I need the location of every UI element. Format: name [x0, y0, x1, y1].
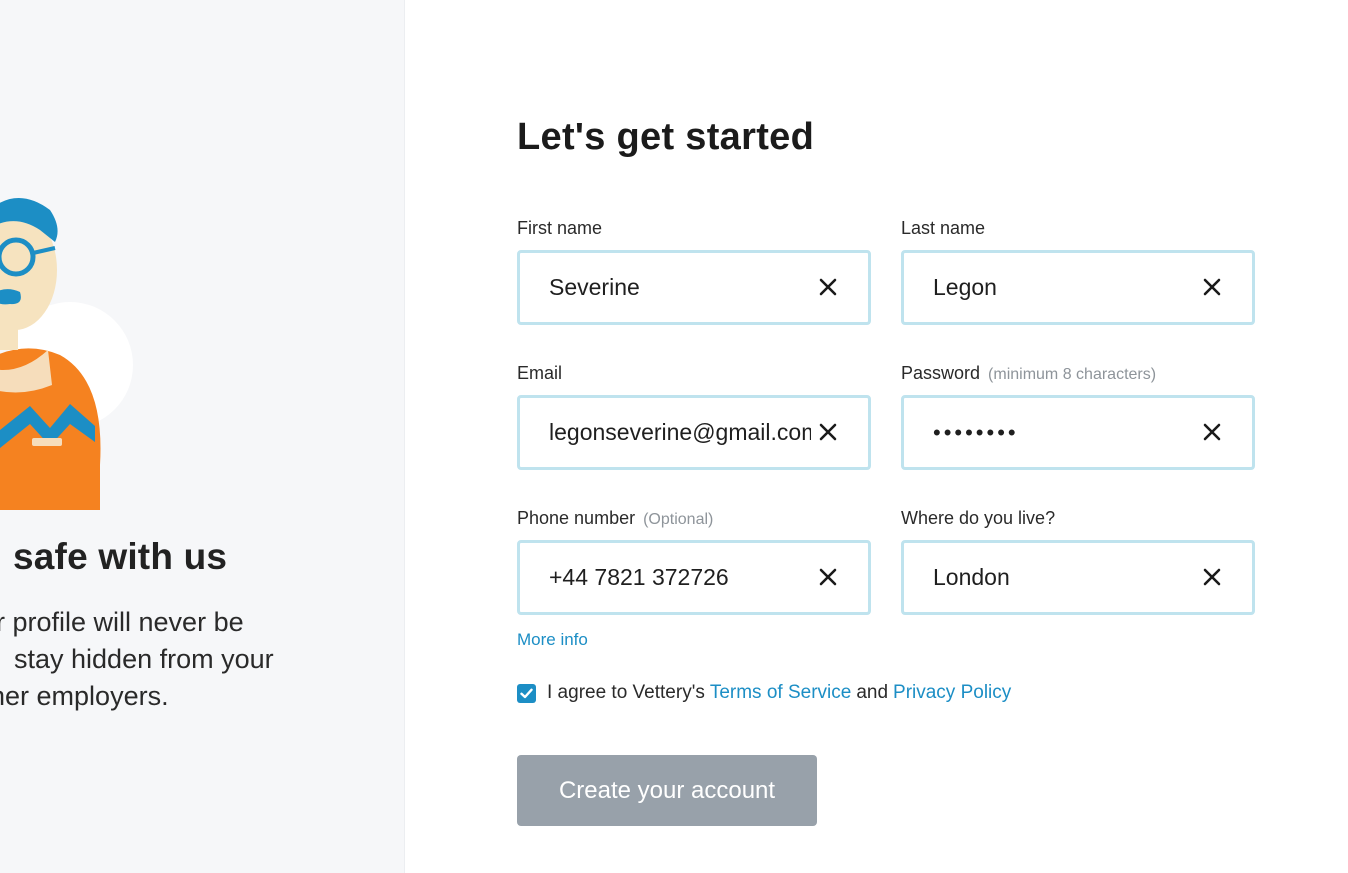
page-title: Let's get started: [517, 116, 815, 158]
location-label: Where do you live?: [901, 506, 1255, 530]
phone-clear-button[interactable]: [816, 565, 840, 589]
last-name-input[interactable]: [933, 253, 1195, 322]
email-input[interactable]: [549, 398, 811, 467]
last-name-field: Last name: [901, 216, 1255, 325]
password-input[interactable]: [933, 398, 1195, 467]
terms-of-service-link[interactable]: Terms of Service: [710, 682, 851, 704]
left-description: r profile will never be stay hidden from…: [0, 604, 274, 715]
first-name-label-text: First name: [517, 218, 603, 238]
email-label: Email: [517, 361, 871, 385]
create-account-button[interactable]: Create your account: [517, 755, 817, 826]
person-illustration: [0, 198, 133, 510]
location-box: [901, 540, 1255, 615]
phone-hint: (Optional): [643, 511, 714, 528]
password-label: Password (minimum 8 characters): [901, 361, 1255, 385]
left-description-line-2: stay hidden from your: [14, 644, 274, 674]
phone-box: [517, 540, 871, 615]
email-field: Email: [517, 361, 871, 470]
more-info-link[interactable]: More info: [517, 630, 588, 650]
close-icon: [819, 568, 837, 586]
left-heading: safe with us: [13, 536, 228, 577]
terms-agreement: I agree to Vettery's Terms of Service an…: [517, 680, 1011, 706]
phone-label-text: Phone number: [517, 508, 636, 528]
close-icon: [1203, 423, 1221, 441]
terms-and: and: [856, 682, 889, 703]
last-name-clear-button[interactable]: [1200, 275, 1224, 299]
first-name-field: First name: [517, 216, 871, 325]
close-icon: [1203, 278, 1221, 296]
first-name-box: [517, 250, 871, 325]
password-clear-button[interactable]: [1200, 420, 1224, 444]
close-icon: [1203, 568, 1221, 586]
left-panel: safe with us r profile will never be sta…: [0, 0, 405, 873]
phone-label: Phone number (Optional): [517, 506, 871, 530]
last-name-label: Last name: [901, 216, 1255, 240]
left-description-line-3: ner employers.: [0, 681, 169, 711]
left-description-line-1: r profile will never be: [0, 607, 244, 637]
email-clear-button[interactable]: [816, 420, 840, 444]
location-clear-button[interactable]: [1200, 565, 1224, 589]
privacy-policy-link[interactable]: Privacy Policy: [893, 682, 1011, 704]
phone-field: Phone number (Optional): [517, 506, 871, 615]
terms-checkbox[interactable]: [517, 683, 536, 703]
location-label-text: Where do you live?: [901, 508, 1056, 528]
first-name-label: First name: [517, 216, 871, 240]
location-field: Where do you live?: [901, 506, 1255, 615]
terms-prefix: I agree to Vettery's: [547, 682, 705, 703]
password-hint: (minimum 8 characters): [988, 366, 1157, 383]
location-input[interactable]: [933, 543, 1195, 612]
password-label-text: Password: [901, 363, 981, 383]
email-label-text: Email: [517, 363, 563, 383]
password-field: Password (minimum 8 characters): [901, 361, 1255, 470]
first-name-clear-button[interactable]: [816, 275, 840, 299]
close-icon: [819, 278, 837, 296]
phone-input[interactable]: [549, 543, 811, 612]
check-icon: [520, 688, 533, 698]
password-box: [901, 395, 1255, 470]
last-name-label-text: Last name: [901, 218, 986, 238]
first-name-input[interactable]: [549, 253, 811, 322]
close-icon: [819, 423, 837, 441]
last-name-box: [901, 250, 1255, 325]
email-box: [517, 395, 871, 470]
